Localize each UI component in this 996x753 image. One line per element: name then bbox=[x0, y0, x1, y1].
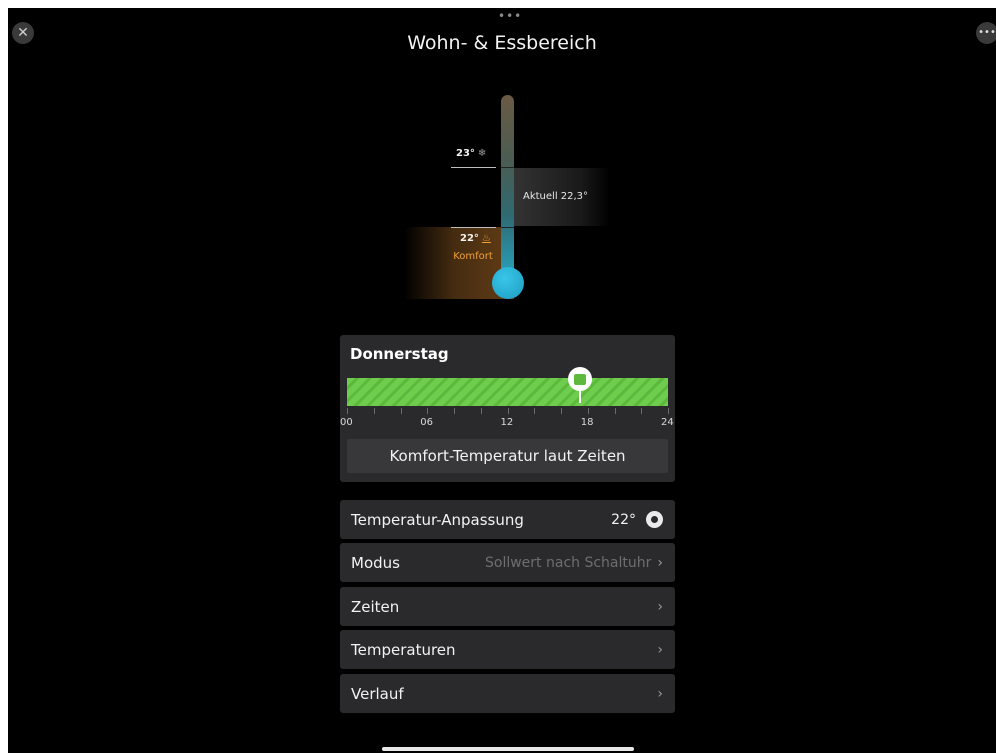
timeline-tick bbox=[347, 408, 348, 414]
timeline-tick bbox=[641, 408, 643, 414]
upper-setpoint-label[interactable]: 23° ❄ bbox=[456, 148, 486, 159]
timeline-axis-label: 24 bbox=[661, 417, 674, 428]
lower-setpoint-line bbox=[451, 227, 496, 228]
row-temperatures[interactable]: Temperaturen › bbox=[340, 630, 675, 669]
lower-setpoint-value: 22° bbox=[460, 233, 479, 244]
schedule-card: Donnerstag Komfort-Temperatur laut Zeite… bbox=[340, 335, 675, 482]
row-label: Temperatur-Anpassung bbox=[351, 510, 524, 529]
thermometer-bulb bbox=[492, 267, 524, 299]
timeline-axis-label: 06 bbox=[420, 417, 433, 428]
current-time-marker[interactable] bbox=[568, 367, 592, 391]
timeline-tick bbox=[427, 408, 429, 414]
timeline-tick bbox=[373, 408, 375, 414]
row-label: Temperaturen bbox=[351, 640, 456, 659]
thermometer: 23° ❄ 22° ♨ Komfort Aktuell 22,3° bbox=[8, 8, 996, 328]
home-indicator[interactable] bbox=[382, 747, 634, 751]
timeline-tick bbox=[614, 408, 616, 414]
chevron-right-icon: › bbox=[657, 641, 663, 658]
row-label: Zeiten bbox=[351, 597, 400, 616]
timeline-tick bbox=[587, 408, 589, 414]
calendar-icon bbox=[574, 373, 586, 385]
comfort-mode-label: Komfort bbox=[453, 251, 493, 262]
timeline-tick bbox=[480, 408, 482, 414]
thermometer-tube[interactable] bbox=[501, 95, 514, 280]
timeline-tick bbox=[668, 408, 669, 414]
schedule-day-title: Donnerstag bbox=[350, 345, 449, 363]
timeline-tick bbox=[534, 408, 536, 414]
schedule-mode-button[interactable]: Komfort-Temperatur laut Zeiten bbox=[347, 439, 668, 473]
current-temperature-label: Aktuell 22,3° bbox=[523, 191, 589, 202]
schedule-timeline-bar[interactable] bbox=[347, 378, 668, 406]
row-mode[interactable]: Modus Sollwert nach Schaltuhr › bbox=[340, 543, 675, 582]
timeline-axis-label: 12 bbox=[500, 417, 514, 428]
timeline-tick bbox=[454, 408, 455, 414]
upper-setpoint-line bbox=[451, 167, 496, 168]
chevron-right-icon: › bbox=[657, 598, 663, 615]
chevron-right-icon: › bbox=[657, 554, 663, 571]
timeline-tick bbox=[400, 408, 402, 414]
row-label: Modus bbox=[351, 553, 400, 572]
timeline-tick bbox=[561, 408, 562, 414]
timeline-tick bbox=[507, 408, 509, 414]
timer-icon[interactable] bbox=[646, 511, 663, 528]
row-history[interactable]: Verlauf › bbox=[340, 674, 675, 713]
chevron-right-icon: › bbox=[657, 685, 663, 702]
timeline-axis-label: 00 bbox=[340, 417, 353, 428]
app-screen: ••• ✕ ••• Wohn- & Essbereich 23° ❄ 22° ♨… bbox=[8, 8, 996, 753]
row-value: 22° bbox=[611, 511, 636, 528]
lower-setpoint-label[interactable]: 22° ♨ bbox=[460, 233, 491, 244]
flame-icon: ♨ bbox=[481, 233, 491, 244]
row-value: Sollwert nach Schaltuhr bbox=[485, 554, 652, 571]
tube-marker-lower bbox=[501, 227, 514, 228]
row-temperature-adjustment[interactable]: Temperatur-Anpassung 22° bbox=[340, 500, 675, 539]
row-times[interactable]: Zeiten › bbox=[340, 587, 675, 626]
timeline-axis-label: 18 bbox=[580, 417, 594, 428]
row-label: Verlauf bbox=[351, 684, 404, 703]
upper-setpoint-value: 23° bbox=[456, 148, 475, 159]
tube-marker-upper bbox=[501, 167, 514, 168]
snowflake-icon: ❄ bbox=[477, 148, 487, 159]
